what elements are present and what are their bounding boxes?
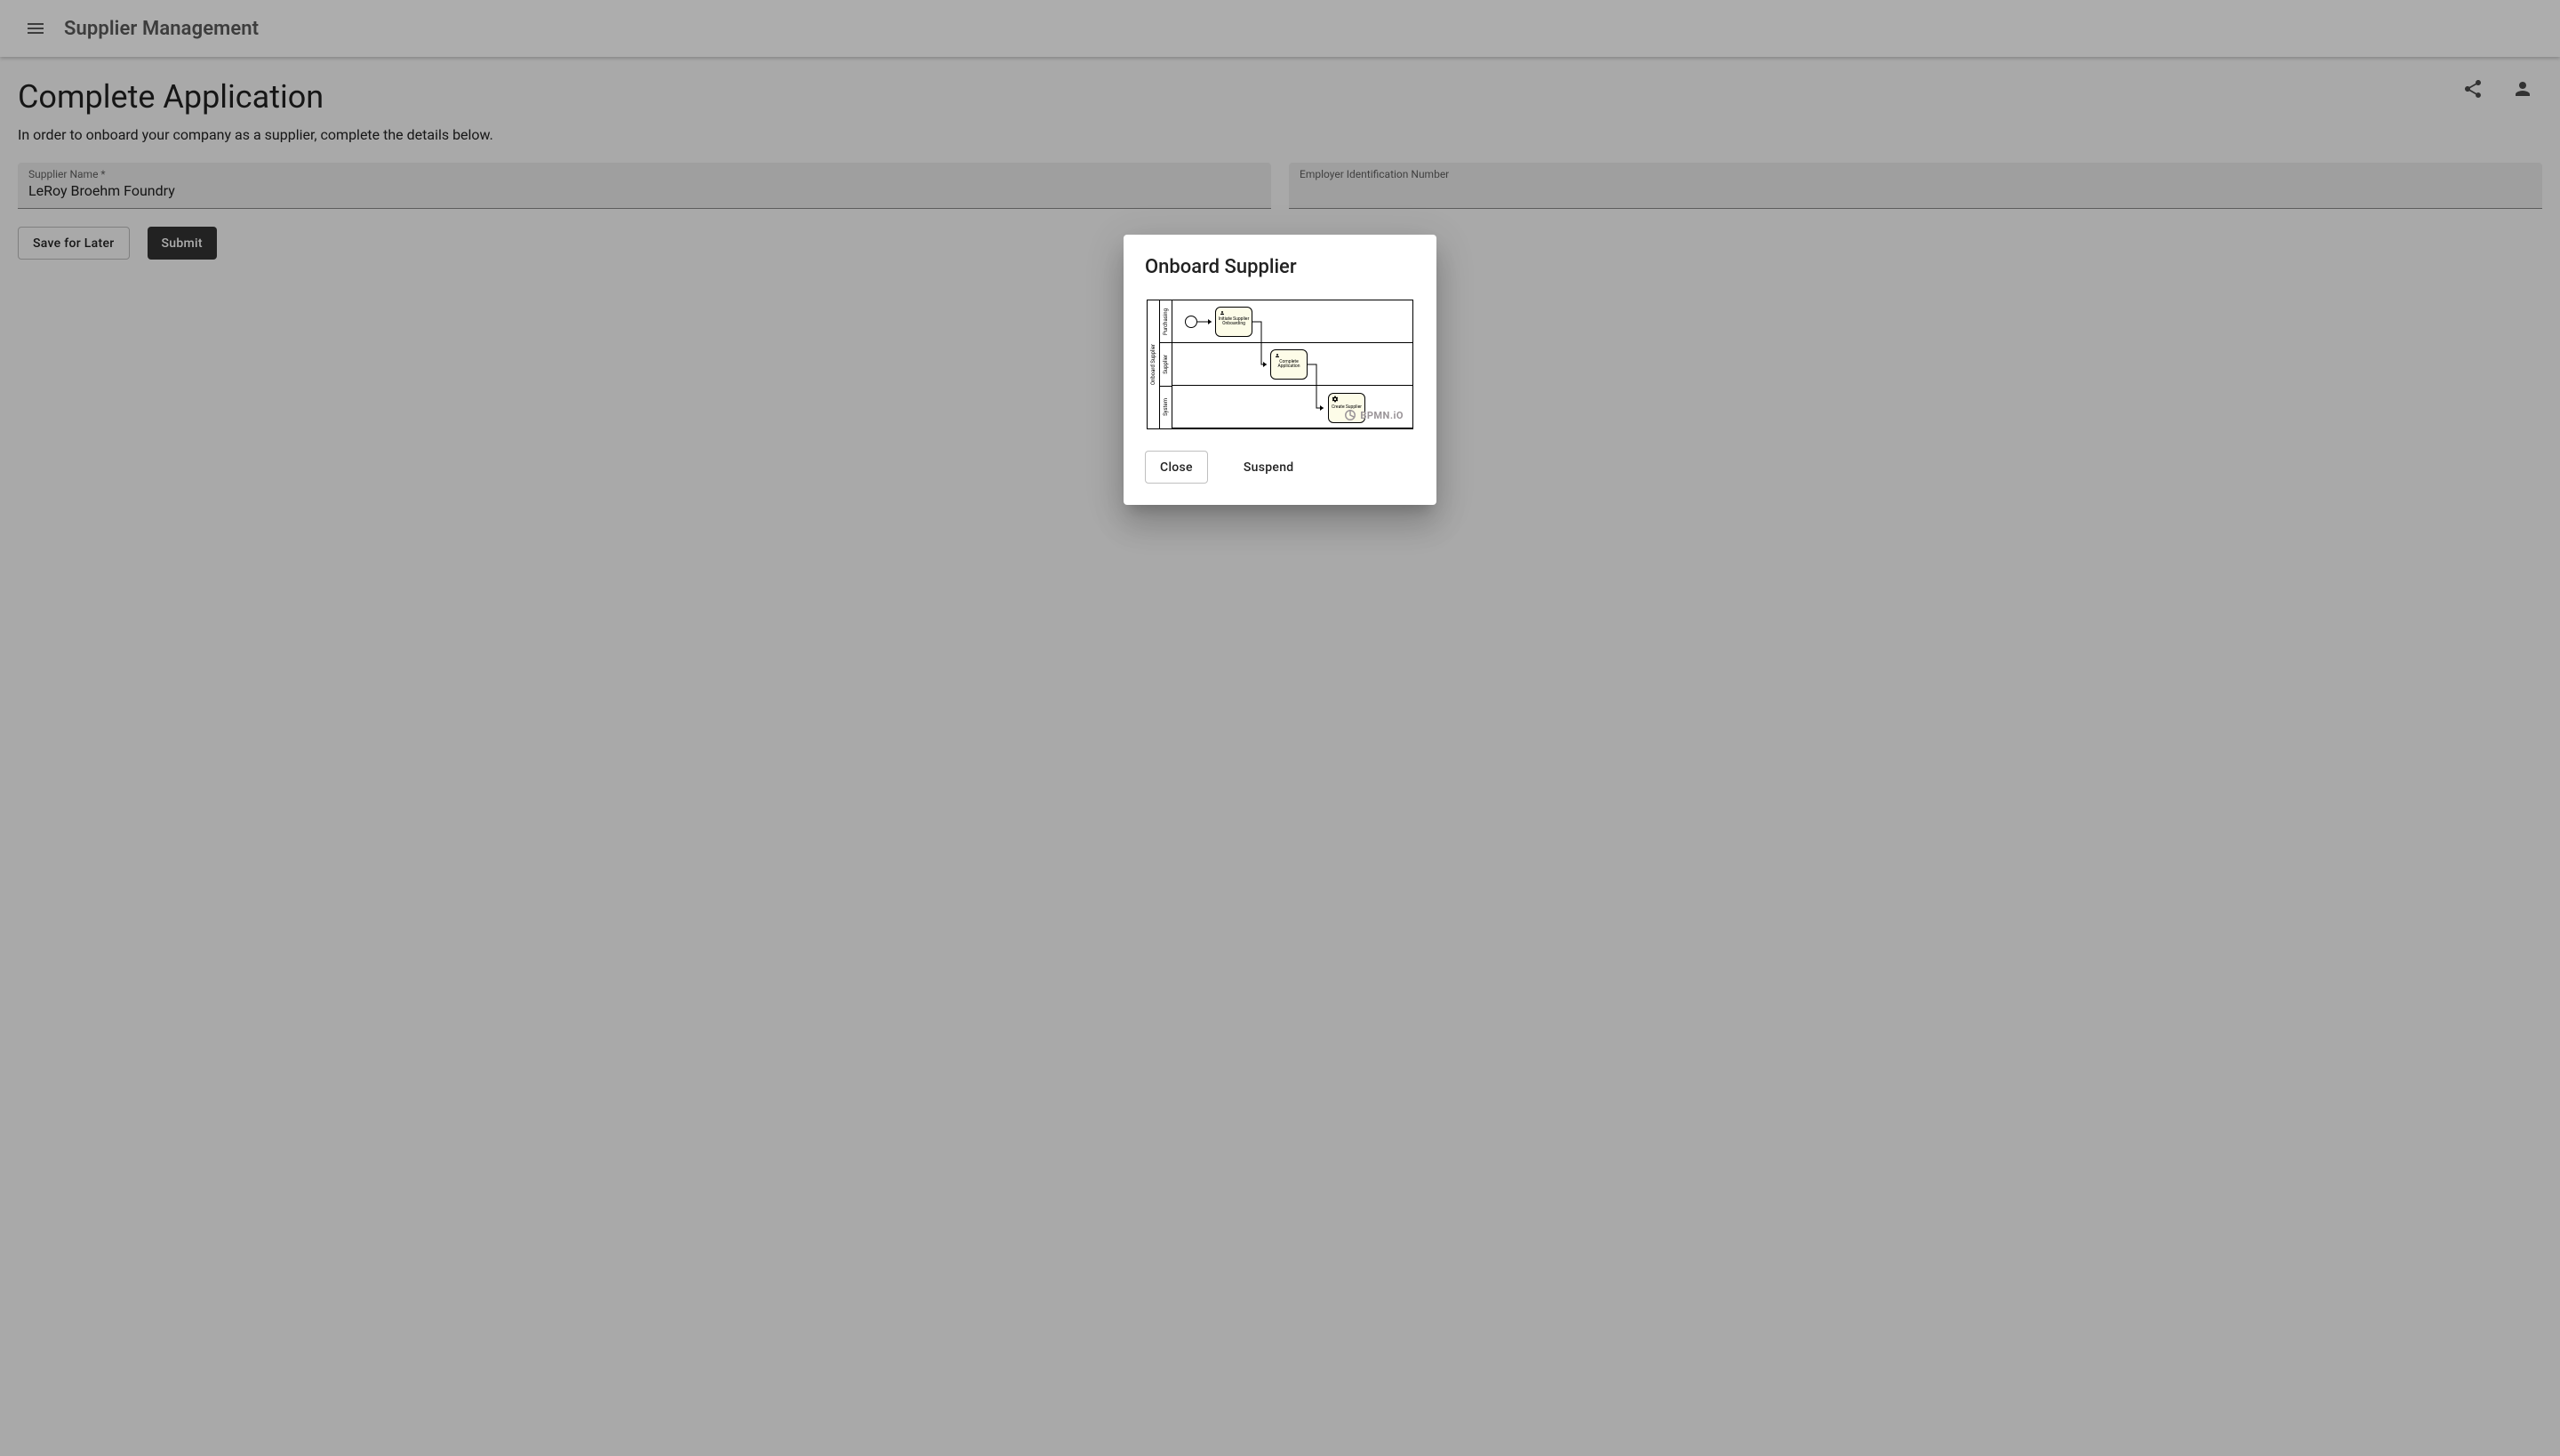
task-label: Complete Application	[1273, 360, 1305, 370]
close-button[interactable]: Close	[1145, 451, 1208, 484]
suspend-button[interactable]: Suspend	[1229, 451, 1308, 484]
pool-label-text: Onboard Supplier	[1150, 344, 1156, 385]
lane-label-text: Purchasing	[1163, 308, 1169, 335]
lane-label-text: System	[1163, 398, 1169, 416]
bpmn-io-icon	[1344, 409, 1356, 421]
lane-label-text: Supplier	[1163, 355, 1169, 374]
bpmn-io-text: BPMN.iO	[1360, 410, 1404, 421]
lane-label-purchasing: Purchasing	[1160, 300, 1172, 343]
lane-body-1	[1172, 300, 1412, 343]
task-label: Initiate Supplier Onboarding	[1218, 317, 1250, 327]
onboard-supplier-dialog: Onboard Supplier Onboard Supplier Purcha…	[1124, 235, 1436, 505]
bpmn-diagram: Onboard Supplier Purchasing Supplier Sys…	[1147, 300, 1413, 429]
lane-label-system: System	[1160, 387, 1172, 428]
lane-body-3	[1172, 386, 1412, 428]
user-task-icon	[1219, 309, 1226, 316]
lane-label-supplier: Supplier	[1160, 343, 1172, 386]
dialog-actions: Close Suspend	[1145, 451, 1415, 484]
lane-bodies: Initiate Supplier Onboarding Complete Ap…	[1172, 300, 1412, 428]
pool-label: Onboard Supplier	[1148, 300, 1160, 428]
task-complete-application: Complete Application	[1270, 349, 1308, 380]
start-event	[1185, 316, 1197, 328]
service-task-icon	[1332, 396, 1339, 403]
bpmn-io-logo: BPMN.iO	[1344, 409, 1404, 421]
dialog-title: Onboard Supplier	[1145, 256, 1415, 278]
modal-scrim[interactable]	[0, 0, 2560, 1456]
user-task-icon	[1274, 352, 1281, 359]
task-initiate-onboarding: Initiate Supplier Onboarding	[1215, 307, 1252, 337]
